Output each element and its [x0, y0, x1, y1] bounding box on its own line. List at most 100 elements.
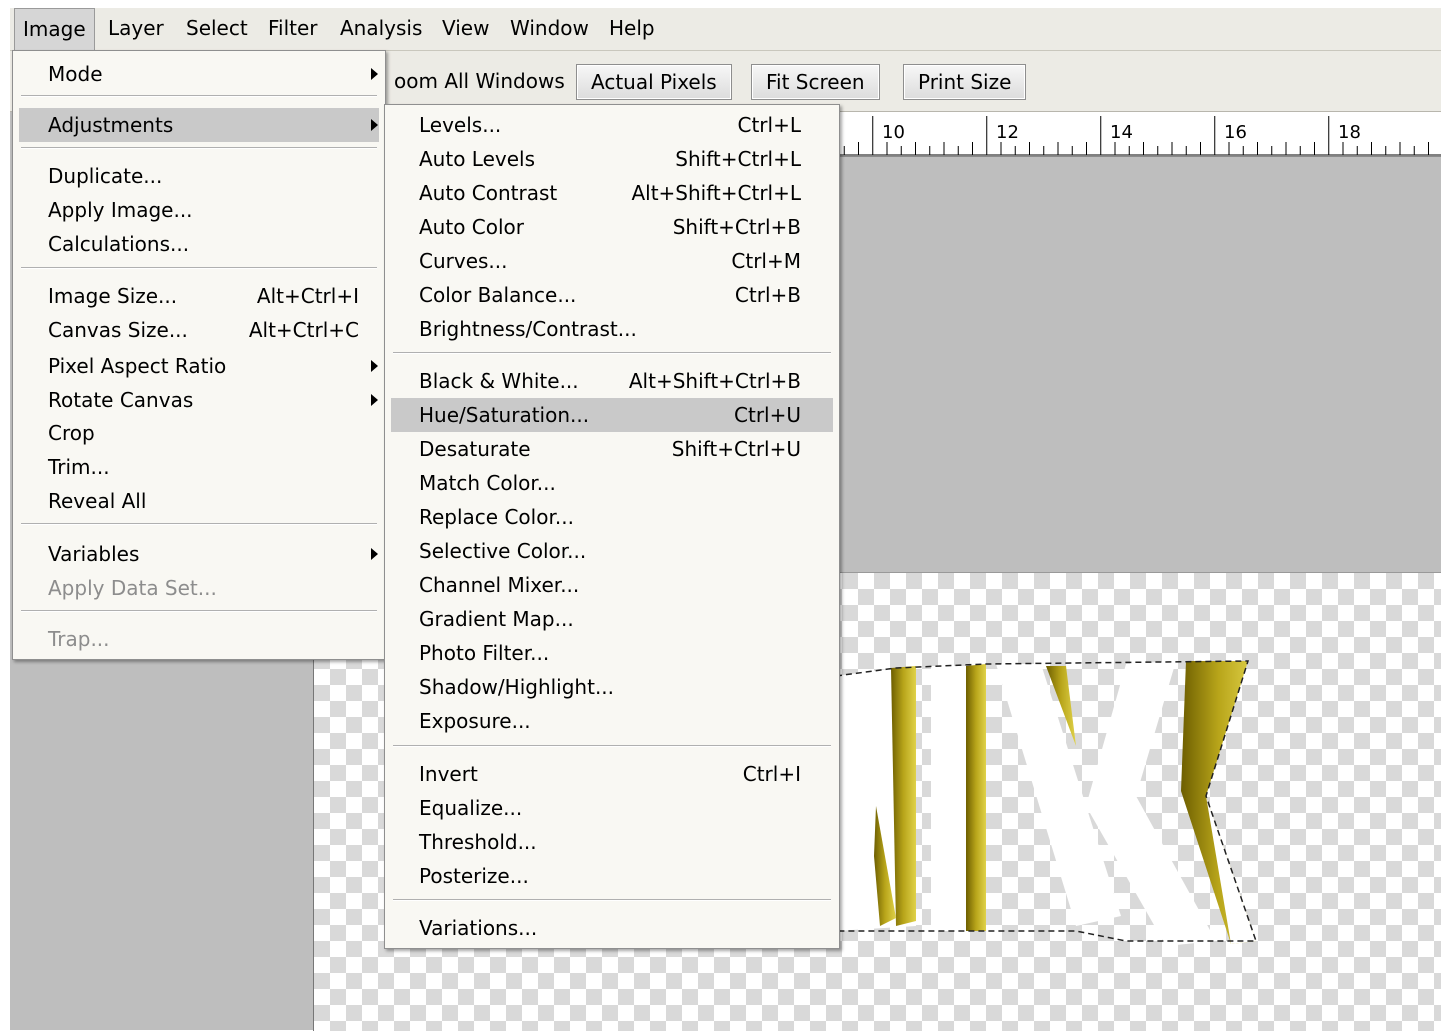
menu-item-black-white[interactable]: Black & White... Alt+Shift+Ctrl+B [385, 364, 839, 398]
menu-item-label: Apply Data Set... [48, 576, 217, 600]
menu-item-label: Auto Contrast [419, 181, 558, 205]
menu-item-gradient-map[interactable]: Gradient Map... [385, 602, 839, 636]
menu-item-shortcut: Ctrl+B [734, 283, 801, 307]
ruler-label: 14 [1110, 122, 1133, 143]
menu-separator [21, 610, 377, 612]
menu-item-shortcut: Ctrl+M [731, 249, 801, 273]
submenu-arrow-icon [371, 360, 378, 372]
menu-item-variations[interactable]: Variations... [385, 911, 839, 945]
menu-item-shortcut: Shift+Ctrl+U [671, 437, 801, 461]
menu-image[interactable]: Image [14, 8, 95, 50]
menu-item-label: Shadow/Highlight... [419, 675, 615, 699]
menu-item-label: Levels... [419, 113, 502, 137]
menu-item-label: Photo Filter... [419, 641, 550, 665]
menu-item-color-balance[interactable]: Color Balance... Ctrl+B [385, 278, 839, 312]
menu-item-label: Invert [419, 762, 478, 786]
menu-item-label: Reveal All [48, 489, 147, 513]
menu-item-desaturate[interactable]: Desaturate Shift+Ctrl+U [385, 432, 839, 466]
menu-filter[interactable]: Filter [260, 8, 326, 50]
menu-separator [21, 267, 377, 269]
menu-item-levels[interactable]: Levels... Ctrl+L [385, 108, 839, 142]
menu-item-curves[interactable]: Curves... Ctrl+M [385, 244, 839, 278]
menu-item-label: Desaturate [419, 437, 531, 461]
menu-window[interactable]: Window [502, 8, 597, 50]
menu-item-rotate-canvas[interactable]: Rotate Canvas [13, 383, 385, 417]
ruler-label: 18 [1338, 122, 1361, 143]
menu-item-label: Mode [48, 62, 103, 86]
menu-item-apply-image[interactable]: Apply Image... [13, 193, 385, 227]
menu-item-label: Trap... [48, 627, 110, 651]
menu-item-label: Trim... [48, 455, 110, 479]
menu-item-shortcut: Ctrl+L [737, 113, 802, 137]
menu-item-label: Equalize... [419, 796, 523, 820]
menu-layer[interactable]: Layer [100, 8, 172, 50]
text-artwork [836, 660, 1258, 946]
menu-item-replace-color[interactable]: Replace Color... [385, 500, 839, 534]
menu-item-trim[interactable]: Trim... [13, 450, 385, 484]
menu-item-adjustments[interactable]: Adjustments [19, 108, 379, 142]
menu-item-duplicate[interactable]: Duplicate... [13, 159, 385, 193]
menu-item-label: Variables [48, 542, 140, 566]
menu-item-pixel-aspect-ratio[interactable]: Pixel Aspect Ratio [13, 349, 385, 383]
menu-item-equalize[interactable]: Equalize... [385, 791, 839, 825]
menu-item-crop[interactable]: Crop [13, 416, 385, 450]
menu-item-posterize[interactable]: Posterize... [385, 859, 839, 893]
menu-separator [21, 95, 377, 97]
fit-screen-button[interactable]: Fit Screen [751, 64, 880, 100]
menu-help[interactable]: Help [601, 8, 663, 50]
menu-item-auto-contrast[interactable]: Auto Contrast Alt+Shift+Ctrl+L [385, 176, 839, 210]
menu-item-canvas-size[interactable]: Canvas Size... Alt+Ctrl+C [13, 313, 385, 347]
menu-separator [21, 523, 377, 525]
zoom-all-windows-checkbox-label[interactable]: oom All Windows [394, 69, 565, 93]
ruler-label: 16 [1224, 122, 1247, 143]
menu-item-image-size[interactable]: Image Size... Alt+Ctrl+I [13, 279, 385, 313]
menu-item-calculations[interactable]: Calculations... [13, 227, 385, 261]
menu-item-label: Auto Color [419, 215, 525, 239]
menu-item-label: Canvas Size... [48, 318, 188, 342]
print-size-button[interactable]: Print Size [903, 64, 1027, 100]
menu-item-reveal-all[interactable]: Reveal All [13, 484, 385, 518]
image-menu: Mode Adjustments Duplicate... Apply Imag… [12, 50, 386, 660]
menu-item-shadow-highlight[interactable]: Shadow/Highlight... [385, 670, 839, 704]
menu-item-label: Selective Color... [419, 539, 587, 563]
menu-item-label: Image Size... [48, 284, 178, 308]
menu-item-channel-mixer[interactable]: Channel Mixer... [385, 568, 839, 602]
menu-item-threshold[interactable]: Threshold... [385, 825, 839, 859]
menu-item-invert[interactable]: Invert Ctrl+I [385, 757, 839, 791]
menu-bar: Image Layer Select Filter Analysis View … [10, 8, 1441, 51]
menu-item-label: Adjustments [48, 113, 174, 137]
menu-item-trap: Trap... [13, 622, 385, 656]
menu-item-exposure[interactable]: Exposure... [385, 704, 839, 738]
menu-item-label: Exposure... [419, 709, 531, 733]
actual-pixels-button[interactable]: Actual Pixels [576, 64, 732, 100]
horizontal-ruler: 10 12 14 16 18 [830, 112, 1441, 157]
menu-item-label: Threshold... [419, 830, 537, 854]
menu-item-photo-filter[interactable]: Photo Filter... [385, 636, 839, 670]
menu-item-match-color[interactable]: Match Color... [385, 466, 839, 500]
menu-item-variables[interactable]: Variables [13, 537, 385, 571]
menu-separator [21, 147, 377, 149]
menu-item-mode[interactable]: Mode [13, 57, 385, 91]
menu-item-label: Rotate Canvas [48, 388, 194, 412]
menu-item-shortcut: Alt+Ctrl+I [256, 284, 359, 308]
menu-item-label: Crop [48, 421, 95, 445]
menu-item-shortcut: Ctrl+U [734, 403, 801, 427]
menu-analysis[interactable]: Analysis [332, 8, 430, 50]
menu-separator [393, 745, 831, 747]
menu-item-label: Match Color... [419, 471, 556, 495]
menu-item-selective-color[interactable]: Selective Color... [385, 534, 839, 568]
menu-item-label: Channel Mixer... [419, 573, 580, 597]
menu-item-label: Variations... [419, 916, 538, 940]
adjustments-submenu: Levels... Ctrl+L Auto Levels Shift+Ctrl+… [384, 104, 840, 949]
submenu-arrow-icon [371, 119, 378, 131]
menu-item-label: Posterize... [419, 864, 529, 888]
menu-separator [393, 352, 831, 354]
menu-item-brightness-contrast[interactable]: Brightness/Contrast... [385, 312, 839, 346]
menu-item-auto-color[interactable]: Auto Color Shift+Ctrl+B [385, 210, 839, 244]
menu-select[interactable]: Select [178, 8, 256, 50]
menu-item-shortcut: Alt+Shift+Ctrl+L [631, 181, 801, 205]
menu-view[interactable]: View [434, 8, 497, 50]
menu-item-shortcut: Alt+Shift+Ctrl+B [628, 369, 801, 393]
menu-item-auto-levels[interactable]: Auto Levels Shift+Ctrl+L [385, 142, 839, 176]
menu-item-hue-saturation[interactable]: Hue/Saturation... Ctrl+U [391, 398, 833, 432]
